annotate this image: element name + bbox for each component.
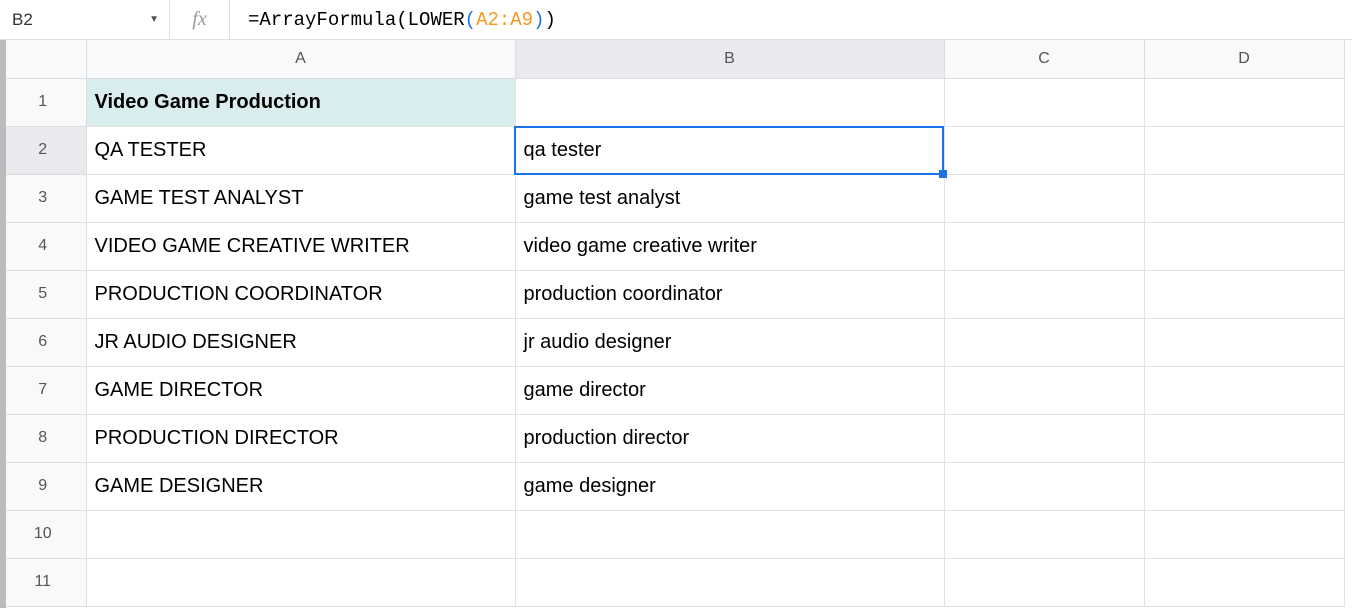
- spreadsheet-grid: A B C D 1 Video Game Production 2 QA TES…: [0, 40, 1352, 607]
- chevron-down-icon[interactable]: ▼: [149, 14, 159, 25]
- row-header-4[interactable]: 4: [0, 222, 86, 270]
- row-header-3[interactable]: 3: [0, 174, 86, 222]
- cell-A9[interactable]: GAME DESIGNER: [86, 462, 515, 510]
- col-header-B[interactable]: B: [515, 40, 944, 78]
- cell-A11[interactable]: [86, 558, 515, 606]
- cell-B6[interactable]: jr audio designer: [515, 318, 944, 366]
- cell-B5[interactable]: production coordinator: [515, 270, 944, 318]
- row-header-1[interactable]: 1: [0, 78, 86, 126]
- row-header-8[interactable]: 8: [0, 414, 86, 462]
- cell-C1[interactable]: [944, 78, 1144, 126]
- cell-D6[interactable]: [1144, 318, 1344, 366]
- cell-A7[interactable]: GAME DIRECTOR: [86, 366, 515, 414]
- cell-name-box[interactable]: B2 ▼: [0, 0, 170, 39]
- cell-C11[interactable]: [944, 558, 1144, 606]
- row-header-10[interactable]: 10: [0, 510, 86, 558]
- row-header-6[interactable]: 6: [0, 318, 86, 366]
- cell-D11[interactable]: [1144, 558, 1344, 606]
- cell-B2[interactable]: qa tester: [515, 126, 944, 174]
- cell-B11[interactable]: [515, 558, 944, 606]
- cell-A5[interactable]: PRODUCTION COORDINATOR: [86, 270, 515, 318]
- row-header-7[interactable]: 7: [0, 366, 86, 414]
- col-header-A[interactable]: A: [86, 40, 515, 78]
- cell-A3[interactable]: GAME TEST ANALYST: [86, 174, 515, 222]
- cell-C4[interactable]: [944, 222, 1144, 270]
- row-header-9[interactable]: 9: [0, 462, 86, 510]
- cell-D2[interactable]: [1144, 126, 1344, 174]
- formula-input[interactable]: =ArrayFormula(LOWER(A2:A9)): [230, 0, 1352, 39]
- cell-reference-text: B2: [12, 10, 33, 30]
- cell-D5[interactable]: [1144, 270, 1344, 318]
- cell-D10[interactable]: [1144, 510, 1344, 558]
- cell-B4[interactable]: video game creative writer: [515, 222, 944, 270]
- cell-B7[interactable]: game director: [515, 366, 944, 414]
- cell-A6[interactable]: JR AUDIO DESIGNER: [86, 318, 515, 366]
- formula-lparen1: (: [396, 9, 407, 31]
- cell-D1[interactable]: [1144, 78, 1344, 126]
- cell-B10[interactable]: [515, 510, 944, 558]
- cell-A8[interactable]: PRODUCTION DIRECTOR: [86, 414, 515, 462]
- cell-D3[interactable]: [1144, 174, 1344, 222]
- corner-cell[interactable]: [0, 40, 86, 78]
- cell-C5[interactable]: [944, 270, 1144, 318]
- cell-B3[interactable]: game test analyst: [515, 174, 944, 222]
- cell-D8[interactable]: [1144, 414, 1344, 462]
- fx-icon: fx: [170, 0, 230, 39]
- col-header-D[interactable]: D: [1144, 40, 1344, 78]
- formula-lparen2: (: [465, 9, 476, 31]
- cell-C7[interactable]: [944, 366, 1144, 414]
- formula-prefix: =ArrayFormula: [248, 9, 396, 31]
- row-header-2[interactable]: 2: [0, 126, 86, 174]
- cell-C6[interactable]: [944, 318, 1144, 366]
- cell-C8[interactable]: [944, 414, 1144, 462]
- cell-C10[interactable]: [944, 510, 1144, 558]
- cell-A1[interactable]: Video Game Production: [86, 78, 515, 126]
- sheet-table: A B C D 1 Video Game Production 2 QA TES…: [0, 40, 1345, 607]
- formula-func: LOWER: [408, 9, 465, 31]
- formula-bar: B2 ▼ fx =ArrayFormula(LOWER(A2:A9)): [0, 0, 1352, 40]
- cell-D7[interactable]: [1144, 366, 1344, 414]
- col-header-C[interactable]: C: [944, 40, 1144, 78]
- formula-rparen2: ): [533, 9, 544, 31]
- cell-B1[interactable]: [515, 78, 944, 126]
- cell-C9[interactable]: [944, 462, 1144, 510]
- row-header-5[interactable]: 5: [0, 270, 86, 318]
- formula-rparen1: ): [544, 9, 555, 31]
- cell-B8[interactable]: production director: [515, 414, 944, 462]
- cell-D4[interactable]: [1144, 222, 1344, 270]
- row-left-border: [0, 40, 6, 608]
- cell-C2[interactable]: [944, 126, 1144, 174]
- row-header-11[interactable]: 11: [0, 558, 86, 606]
- formula-range: A2:A9: [476, 9, 533, 31]
- cell-A4[interactable]: VIDEO GAME CREATIVE WRITER: [86, 222, 515, 270]
- cell-C3[interactable]: [944, 174, 1144, 222]
- cell-A10[interactable]: [86, 510, 515, 558]
- cell-D9[interactable]: [1144, 462, 1344, 510]
- cell-B9[interactable]: game designer: [515, 462, 944, 510]
- cell-A2[interactable]: QA TESTER: [86, 126, 515, 174]
